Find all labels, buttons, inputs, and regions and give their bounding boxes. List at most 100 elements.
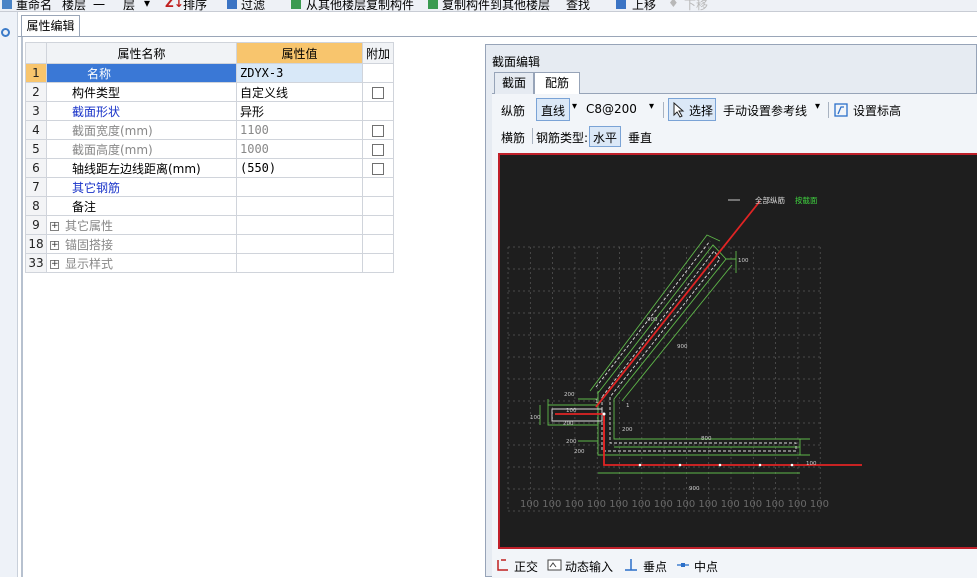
by-section-label: 按截面 — [795, 195, 818, 205]
expand-icon[interactable]: + — [50, 259, 59, 269]
table-row[interactable]: 18 + 锚固搭接 — [25, 234, 395, 254]
property-group[interactable]: + 其它属性 — [46, 215, 237, 235]
sort-button[interactable]: 排序 — [183, 0, 207, 11]
row-number: 2 — [25, 82, 47, 102]
dim-text: 800 — [701, 436, 712, 442]
floor-select[interactable]: 一 — [93, 0, 105, 11]
expand-icon[interactable]: + — [50, 221, 59, 231]
dynamic-input-toggle[interactable]: 动态输入 — [565, 558, 613, 575]
section-editor-title: 截面编辑 — [492, 55, 541, 69]
section-drawing: 全部纵筋 按截面 100 200 100 200 200 800 900 100… — [507, 195, 862, 512]
table-row[interactable]: 7 其它钢筋 — [25, 177, 395, 197]
tab-rebar[interactable]: 配筋 — [534, 72, 580, 95]
ruler-label: 100 — [654, 499, 673, 510]
midpoint-snap-toggle[interactable]: 中点 — [694, 558, 718, 575]
property-value — [236, 234, 363, 254]
dim-line-diagonal-inner — [621, 264, 733, 402]
horizontal-button[interactable]: 水平 — [589, 126, 622, 147]
manual-reference-line-button[interactable]: 手动设置参考线 — [723, 102, 807, 119]
perpendicular-snap-toggle[interactable]: 垂点 — [643, 558, 667, 575]
ruler-label: 100 — [810, 499, 829, 510]
dim-text: 900 — [677, 344, 688, 350]
rebar-type-label: 钢筋类型: — [536, 131, 589, 145]
property-value[interactable]: 异形 — [236, 101, 363, 121]
property-extra — [361, 253, 395, 273]
left-side-strip — [0, 12, 18, 577]
transverse-label: 横筋 — [501, 131, 526, 145]
extra-checkbox[interactable] — [372, 143, 384, 156]
property-name: 其它属性 — [65, 218, 114, 233]
property-value[interactable] — [236, 177, 363, 197]
property-extra — [361, 120, 395, 140]
expand-icon[interactable]: + — [50, 240, 59, 250]
table-row[interactable]: 5 截面高度(mm) 1000 — [25, 139, 395, 159]
tab-section[interactable]: 截面 — [494, 72, 534, 94]
spec-dropdown-icon[interactable]: ▾ — [649, 101, 654, 112]
refresh-icon[interactable] — [1, 28, 10, 37]
property-group[interactable]: + 显示样式 — [46, 253, 237, 273]
row-number: 7 — [25, 177, 47, 197]
copy-from-icon — [291, 0, 301, 9]
section-tabs: 截面 配筋 — [492, 72, 977, 95]
extra-checkbox[interactable] — [372, 162, 384, 175]
table-row[interactable]: 6 轴线距左边线距离(mm) (550) — [25, 158, 395, 178]
table-row[interactable]: 3 截面形状 异形 — [25, 101, 395, 121]
floor-dropdown-icon[interactable]: ▾ — [144, 0, 150, 10]
section-editor-body: 纵筋 直线 ▾ C8@200 ▾ 选择 手动设置参考线 ▾ 设置标高 横筋 钢筋… — [492, 94, 977, 578]
property-extra — [361, 234, 395, 254]
manual-ref-dropdown-icon[interactable]: ▾ — [815, 101, 820, 112]
copy-to-other-floor-button[interactable]: 复制构件到其他楼层 — [442, 0, 550, 11]
property-value[interactable]: 自定义线 — [236, 82, 363, 102]
table-row[interactable]: 33 + 显示样式 — [25, 253, 395, 273]
vertical-button[interactable]: 垂直 — [628, 129, 652, 146]
extra-checkbox[interactable] — [372, 86, 384, 99]
straight-line-button[interactable]: 直线 — [536, 98, 571, 121]
row-number-header — [25, 42, 47, 64]
dim-text: 1 — [595, 399, 599, 405]
row-number: 9 — [25, 215, 47, 235]
property-name: 备注 — [46, 196, 237, 216]
table-row[interactable]: 2 构件类型 自定义线 — [25, 82, 395, 102]
property-extra — [361, 139, 395, 159]
move-up-button[interactable]: 上移 — [632, 0, 656, 11]
find-button[interactable]: 查找 — [566, 0, 590, 11]
table-row[interactable]: 8 备注 — [25, 196, 395, 216]
property-group[interactable]: + 锚固搭接 — [46, 234, 237, 254]
move-down-button[interactable]: 下移 — [684, 0, 708, 11]
property-name: 轴线距左边线距离(mm) — [46, 158, 237, 178]
rebar-spec-field[interactable]: C8@200 — [586, 102, 637, 116]
row-number: 1 — [25, 63, 47, 83]
table-row[interactable]: 4 截面宽度(mm) 1100 — [25, 120, 395, 140]
main-toolbar: 重命名 楼层 一 层 ▾ Z↓ 排序 过滤 从其他楼层复制构件 复制构件到其他楼… — [0, 0, 977, 12]
dim-text: 200 — [566, 439, 577, 445]
straight-dropdown-icon[interactable]: ▾ — [572, 101, 577, 112]
select-button[interactable]: 选择 — [668, 98, 716, 121]
property-value[interactable]: 1100 — [236, 120, 363, 140]
ruler-label: 100 — [743, 499, 762, 510]
ortho-toggle[interactable]: 正交 — [514, 558, 538, 575]
rename-button[interactable]: 重命名 — [16, 0, 52, 11]
table-row[interactable]: 9 + 其它属性 — [25, 215, 395, 235]
extra-checkbox[interactable] — [372, 124, 384, 137]
ortho-icon — [497, 559, 508, 571]
rebar-bottom — [603, 417, 862, 466]
property-value[interactable] — [236, 196, 363, 216]
property-table-header: 属性名称 属性值 附加 — [25, 42, 395, 64]
section-drawing-canvas[interactable]: 全部纵筋 按截面 100 200 100 200 200 800 900 100… — [498, 153, 977, 549]
property-extra — [361, 215, 395, 235]
property-name: 显示样式 — [65, 256, 114, 271]
table-row[interactable]: 1 名称 ZDYX-3 — [25, 63, 395, 83]
property-value[interactable]: 1000 — [236, 139, 363, 159]
copy-from-other-floor-button[interactable]: 从其他楼层复制构件 — [306, 0, 414, 11]
snap-toolbar: 正交 动态输入 垂点 中点 — [492, 552, 977, 578]
perpendicular-icon — [625, 559, 637, 571]
property-value[interactable]: (550) — [236, 158, 363, 178]
set-elevation-button[interactable]: 设置标高 — [853, 102, 901, 119]
floor-level-select[interactable]: 层 — [123, 0, 135, 11]
property-extra — [361, 196, 395, 216]
tab-property-edit[interactable]: 属性编辑 — [21, 15, 80, 37]
section-editor-panel: 截面编辑 截面 配筋 纵筋 直线 ▾ C8@200 ▾ 选择 手动设置参考线 ▾… — [485, 44, 977, 578]
all-longitudinal-label: 全部纵筋 — [755, 195, 785, 205]
filter-button[interactable]: 过滤 — [241, 0, 265, 11]
property-value-input[interactable]: ZDYX-3 — [236, 63, 363, 83]
